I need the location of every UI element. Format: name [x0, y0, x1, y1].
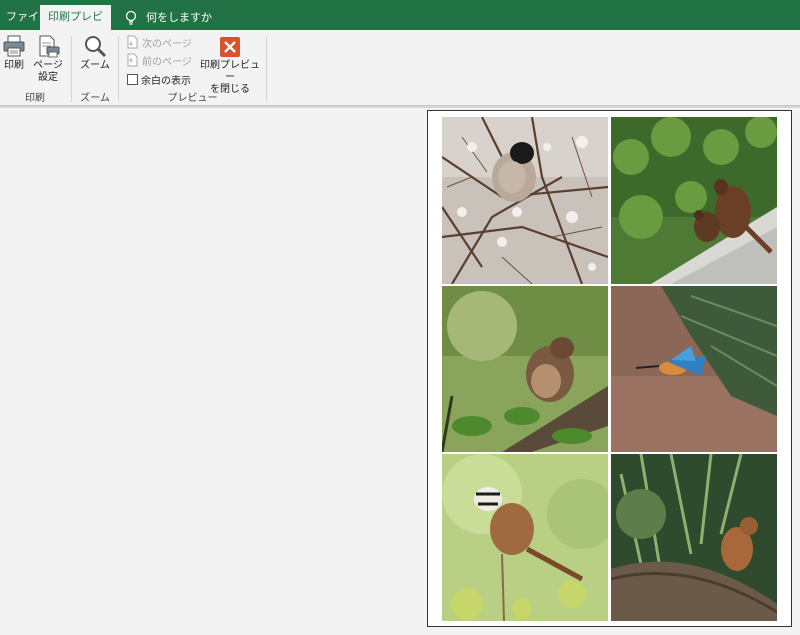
ribbon: 印刷 ページ 設定 印刷 ズーム ズーム プレビュー 次のページ 前のページ 余…	[0, 30, 800, 106]
tell-me-box[interactable]: 何をしますか	[118, 5, 218, 30]
next-page-icon	[127, 35, 138, 49]
tab-print-preview[interactable]: 印刷プレビュー	[40, 5, 111, 47]
photo-bunting	[442, 454, 608, 621]
print-group: 印刷 ページ 設定 印刷	[0, 30, 70, 106]
next-page-button[interactable]: 次のページ	[127, 34, 192, 50]
title-bar: ファイル 印刷プレビュー 何をしますか	[0, 0, 800, 47]
close-icon	[220, 37, 240, 57]
photo-kingfisher	[611, 286, 777, 452]
tell-me-label: 何をしますか	[146, 10, 212, 24]
print-button[interactable]: 印刷	[1, 34, 27, 72]
separator	[266, 36, 267, 102]
zoom-label: ズーム	[80, 60, 110, 71]
prev-page-button[interactable]: 前のページ	[127, 52, 192, 68]
next-page-label: 次のページ	[142, 38, 192, 50]
photo-pheasants	[611, 117, 777, 284]
close-preview-label-1: 印刷プレビュー	[200, 60, 260, 83]
zoom-button[interactable]: ズーム	[78, 34, 112, 72]
close-preview-label-2: を閉じる	[210, 84, 250, 95]
show-margins-checkbox[interactable]: 余白の表示	[127, 71, 191, 87]
preview-canvas[interactable]	[0, 108, 800, 635]
show-margins-label: 余白の表示	[141, 75, 191, 87]
page-setup-label-1: ページ	[33, 60, 63, 71]
photo-bird-on-log	[611, 454, 777, 621]
printer-icon	[3, 35, 25, 57]
preview-page	[427, 110, 792, 627]
lightbulb-icon	[125, 10, 137, 25]
photo-bullfinch	[442, 117, 608, 284]
print-label: 印刷	[4, 60, 24, 71]
page-setup-icon	[39, 35, 60, 58]
photo-brown-bird	[442, 286, 608, 452]
zoom-group-label: ズーム	[80, 93, 110, 104]
page-setup-label-2: 設定	[38, 72, 58, 83]
magnifier-icon	[85, 36, 107, 58]
checkbox-box[interactable]	[127, 73, 138, 85]
print-group-label: 印刷	[25, 93, 45, 104]
prev-page-icon	[127, 53, 138, 67]
close-preview-button[interactable]: 印刷プレビュー を閉じる	[198, 36, 262, 96]
page-setup-button[interactable]: ページ 設定	[31, 34, 65, 84]
prev-page-label: 前のページ	[142, 56, 192, 68]
zoom-group: ズーム ズーム	[72, 30, 118, 106]
